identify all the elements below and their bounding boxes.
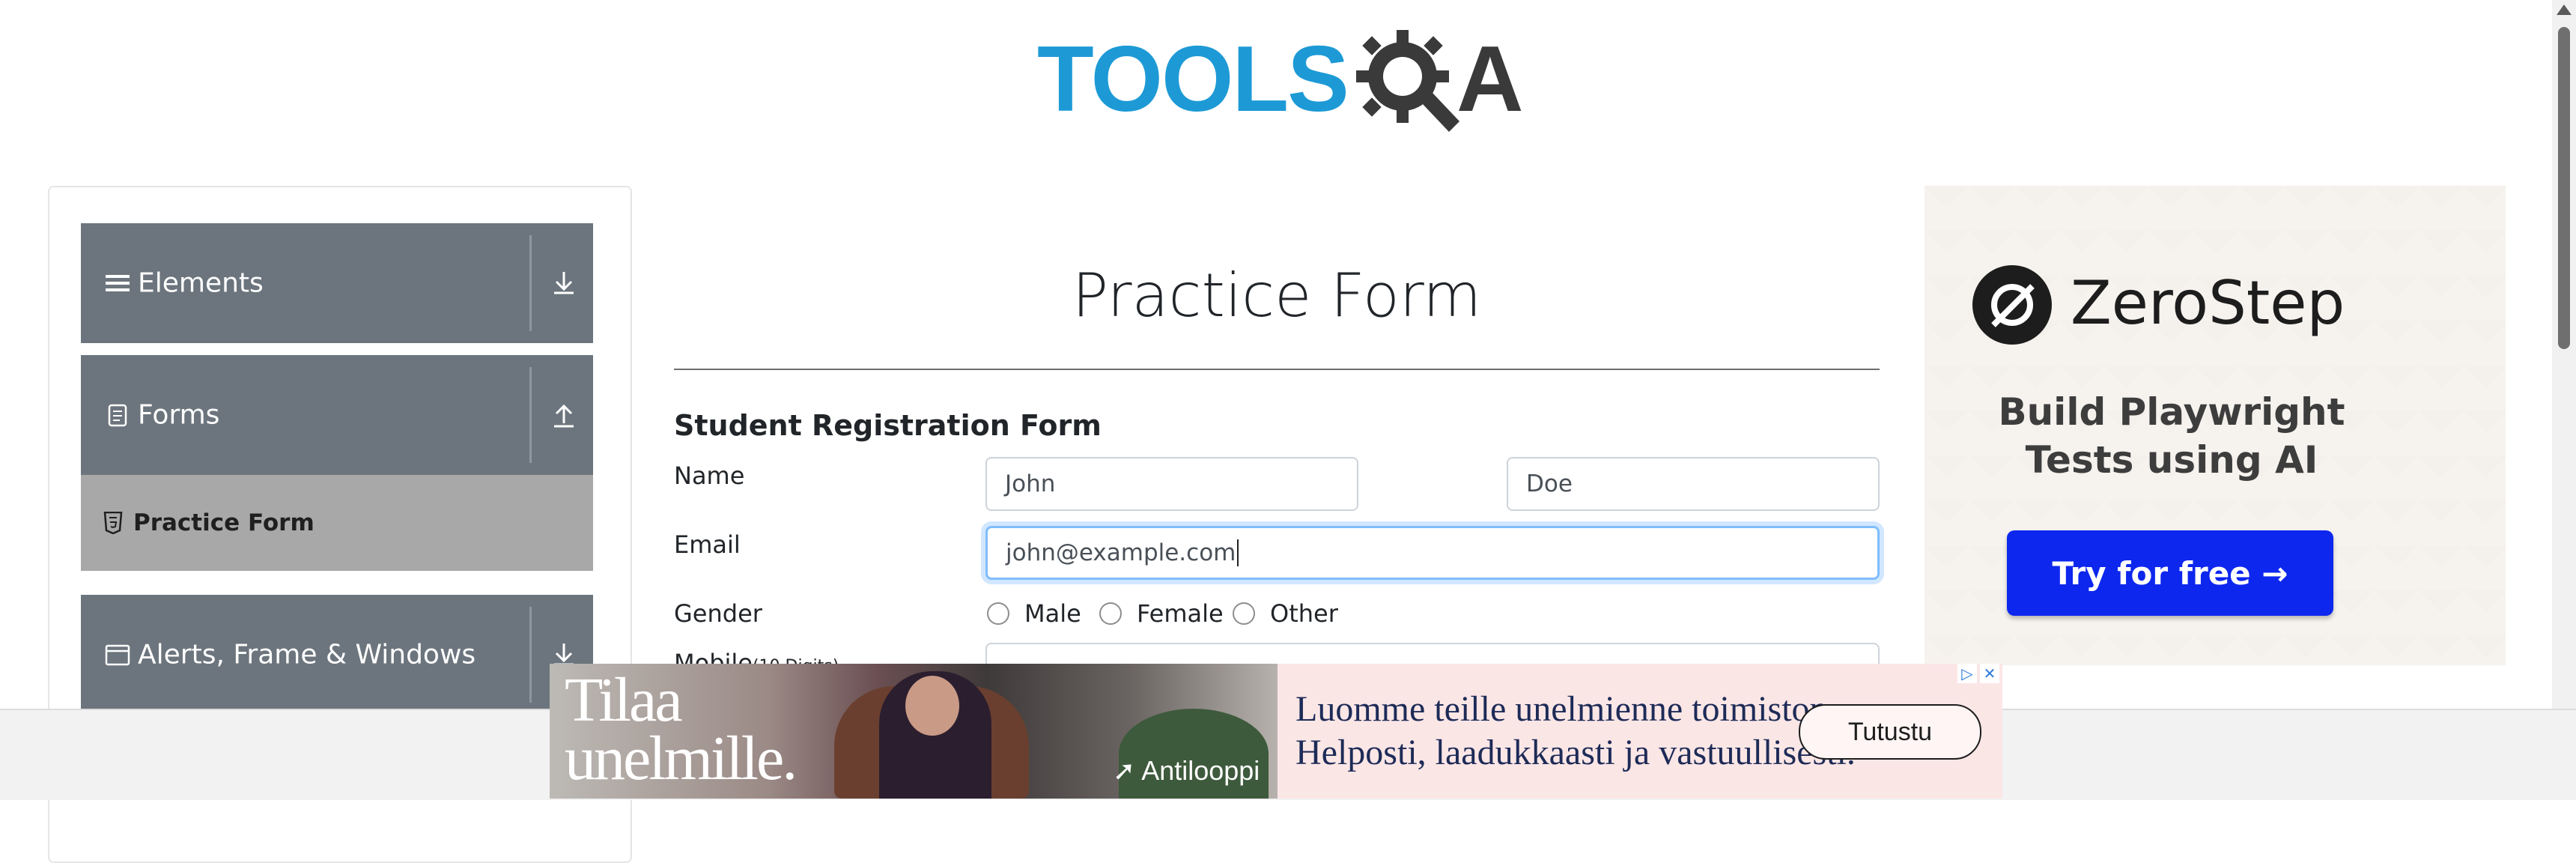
email-input[interactable]: john@example.com bbox=[985, 526, 1880, 580]
scroll-up-arrow-icon[interactable] bbox=[2557, 4, 2572, 15]
radio-circle[interactable] bbox=[1233, 602, 1255, 625]
antilooppi-ad[interactable]: Tilaa unelmille. ➚ Antilooppi Luomme tei… bbox=[550, 664, 2002, 799]
ad-text: Luomme teille unelmienne toimiston. Help… bbox=[1295, 688, 1856, 775]
sidebar-item-practice-form[interactable]: Practice Form bbox=[81, 475, 593, 571]
divider bbox=[529, 235, 532, 331]
email-value: john@example.com bbox=[1006, 539, 1236, 566]
radio-label: Other bbox=[1270, 599, 1338, 628]
upload-icon[interactable] bbox=[545, 396, 583, 434]
radio-circle[interactable] bbox=[987, 602, 1009, 625]
email-label: Email bbox=[674, 530, 741, 559]
gear-magnifier-icon bbox=[1356, 30, 1459, 132]
zerostep-logo-icon bbox=[1972, 265, 2052, 345]
radio-label: Female bbox=[1137, 599, 1224, 628]
tutustu-button[interactable]: Tutustu bbox=[1799, 704, 1981, 760]
sidebar-item-label: Practice Form bbox=[133, 509, 315, 536]
form-title: Student Registration Form bbox=[674, 409, 1102, 442]
brand-arrow-icon: ➚ bbox=[1113, 755, 1136, 786]
sidebar-group-elements[interactable]: Elements bbox=[81, 223, 593, 343]
gender-radio-male[interactable]: Male bbox=[987, 599, 1081, 628]
first-name-value: John bbox=[1005, 470, 1056, 497]
ad-text-line-1: Luomme teille unelmienne toimiston. bbox=[1295, 689, 1837, 729]
tagline-line-2: Tests using AI bbox=[2025, 438, 2318, 482]
sidebar-group-label: Forms bbox=[138, 399, 220, 431]
ad-brand: ➚ Antilooppi bbox=[1113, 755, 1260, 787]
ad-headline-line-1: Tilaa bbox=[565, 665, 683, 735]
ad-text-line-2: Helposti, laadukkaasti ja vastuullisesti… bbox=[1295, 733, 1856, 772]
sidebar-group-forms[interactable]: Forms bbox=[81, 355, 593, 475]
gender-radio-other[interactable]: Other bbox=[1233, 599, 1338, 628]
text-cursor bbox=[1237, 539, 1239, 566]
person-head-shape bbox=[905, 676, 959, 736]
ad-headline: Tilaa unelmille. bbox=[565, 665, 798, 793]
gender-label: Gender bbox=[674, 599, 762, 628]
sidebar-group-alerts[interactable]: Alerts, Frame & Windows bbox=[81, 595, 593, 715]
divider bbox=[529, 367, 532, 463]
divider bbox=[674, 369, 1880, 370]
window-icon bbox=[105, 644, 130, 666]
zerostep-brand: ZeroStep bbox=[2071, 268, 2345, 338]
gender-radio-female[interactable]: Female bbox=[1099, 599, 1224, 628]
close-icon[interactable]: ✕ bbox=[1980, 664, 1999, 683]
logo-wordmark: TOOLS bbox=[1037, 27, 1349, 132]
ad-controls: ▷ ✕ bbox=[1957, 664, 2002, 685]
document-icon bbox=[108, 404, 127, 427]
logo-wordmark-a: A bbox=[1456, 27, 1524, 132]
zerostep-tagline: Build Playwright Tests using AI bbox=[1947, 388, 2396, 484]
ad-brand-text: Antilooppi bbox=[1141, 755, 1260, 786]
last-name-input[interactable]: Doe bbox=[1507, 457, 1880, 511]
first-name-input[interactable]: John bbox=[985, 457, 1358, 511]
radio-circle[interactable] bbox=[1099, 602, 1122, 625]
name-label: Name bbox=[674, 461, 745, 490]
ad-headline-line-2: unelmille. bbox=[565, 724, 798, 793]
radio-label: Male bbox=[1024, 599, 1081, 628]
sidebar-group-label: Alerts, Frame & Windows bbox=[138, 639, 476, 670]
adchoices-icon[interactable]: ▷ bbox=[1957, 664, 1977, 683]
html5-icon bbox=[103, 512, 123, 534]
tagline-line-1: Build Playwright bbox=[1998, 390, 2345, 434]
page-title: Practice Form bbox=[1072, 261, 1482, 330]
divider bbox=[529, 607, 532, 703]
sidebar-group-label: Elements bbox=[138, 267, 264, 299]
last-name-value: Doe bbox=[1526, 470, 1573, 497]
logo-text-tools: TOOLS bbox=[1037, 28, 1349, 131]
logo-text-a: A bbox=[1456, 28, 1524, 131]
toolsqa-logo[interactable]: TOOLS A bbox=[1037, 21, 1524, 135]
download-icon[interactable] bbox=[545, 264, 583, 302]
hamburger-icon bbox=[106, 275, 130, 291]
try-for-free-button[interactable]: Try for free → bbox=[2007, 530, 2333, 616]
scrollbar-thumb[interactable] bbox=[2558, 27, 2570, 349]
